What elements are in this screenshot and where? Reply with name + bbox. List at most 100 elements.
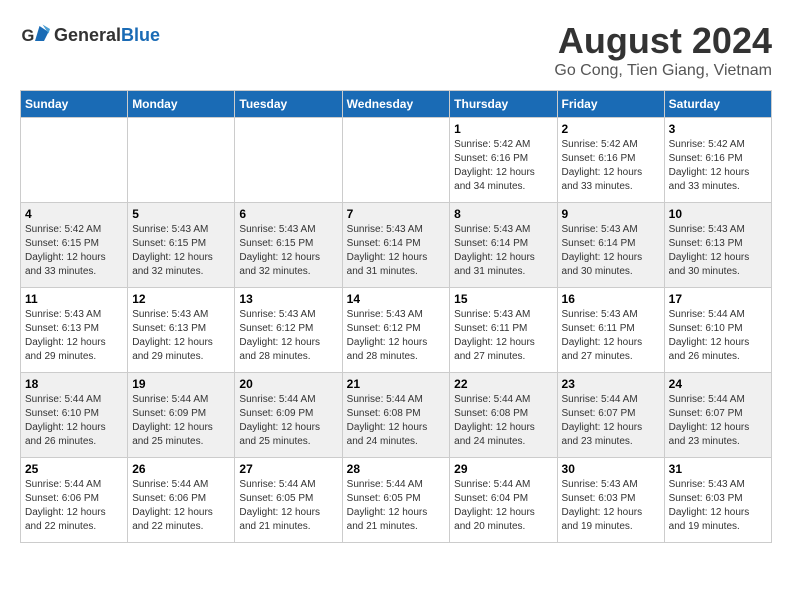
day-number: 7 <box>347 207 446 221</box>
day-number: 3 <box>669 122 767 136</box>
calendar-cell: 12 Sunrise: 5:43 AM Sunset: 6:13 PM Dayli… <box>128 288 235 373</box>
day-number: 26 <box>132 462 230 476</box>
day-info: Sunrise: 5:43 AM Sunset: 6:14 PM Dayligh… <box>347 223 446 279</box>
day-number: 27 <box>239 462 337 476</box>
weekday-header-saturday: Saturday <box>664 91 771 118</box>
day-number: 17 <box>669 292 767 306</box>
calendar-cell: 7 Sunrise: 5:43 AM Sunset: 6:14 PM Daylig… <box>342 203 450 288</box>
calendar-cell: 5 Sunrise: 5:43 AM Sunset: 6:15 PM Daylig… <box>128 203 235 288</box>
day-number: 4 <box>25 207 123 221</box>
day-info: Sunrise: 5:44 AM Sunset: 6:07 PM Dayligh… <box>562 393 660 449</box>
weekday-header-tuesday: Tuesday <box>235 91 342 118</box>
day-number: 21 <box>347 377 446 391</box>
day-info: Sunrise: 5:44 AM Sunset: 6:10 PM Dayligh… <box>669 308 767 364</box>
logo-blue: Blue <box>121 25 160 46</box>
calendar-cell: 26Sunrise: 5:44 AM Sunset: 6:06 PM Dayli… <box>128 458 235 543</box>
day-info: Sunrise: 5:44 AM Sunset: 6:05 PM Dayligh… <box>347 478 446 534</box>
calendar-cell <box>21 118 128 203</box>
day-number: 6 <box>239 207 337 221</box>
day-number: 10 <box>669 207 767 221</box>
calendar-cell <box>235 118 342 203</box>
day-number: 20 <box>239 377 337 391</box>
day-info: Sunrise: 5:43 AM Sunset: 6:03 PM Dayligh… <box>562 478 660 534</box>
day-number: 19 <box>132 377 230 391</box>
calendar-week-5: 25 Sunrise: 5:44 AM Sunset: 6:06 PM Dayli… <box>21 458 772 543</box>
day-info: Sunrise: 5:43 AM Sunset: 6:13 PM Dayligh… <box>25 308 123 364</box>
day-info: Sunrise: 5:43 AM Sunset: 6:11 PM Dayligh… <box>562 308 660 364</box>
day-number: 23 <box>562 377 660 391</box>
day-number: 2 <box>562 122 660 136</box>
calendar-cell: 20 Sunrise: 5:44 AM Sunset: 6:09 PM Dayli… <box>235 373 342 458</box>
calendar-cell: 30Sunrise: 5:43 AM Sunset: 6:03 PM Dayli… <box>557 458 664 543</box>
calendar-cell: 13Sunrise: 5:43 AM Sunset: 6:12 PM Dayli… <box>235 288 342 373</box>
weekday-header-monday: Monday <box>128 91 235 118</box>
calendar-cell: 16 Sunrise: 5:43 AM Sunset: 6:11 PM Dayli… <box>557 288 664 373</box>
calendar-week-3: 11Sunrise: 5:43 AM Sunset: 6:13 PM Dayli… <box>21 288 772 373</box>
day-info: Sunrise: 5:44 AM Sunset: 6:08 PM Dayligh… <box>347 393 446 449</box>
calendar-cell: 18 Sunrise: 5:44 AM Sunset: 6:10 PM Dayli… <box>21 373 128 458</box>
day-info: Sunrise: 5:43 AM Sunset: 6:11 PM Dayligh… <box>454 308 552 364</box>
calendar-cell: 27 Sunrise: 5:44 AM Sunset: 6:05 PM Dayli… <box>235 458 342 543</box>
calendar-cell: 9Sunrise: 5:43 AM Sunset: 6:14 PM Daylig… <box>557 203 664 288</box>
weekday-header-row: SundayMondayTuesdayWednesdayThursdayFrid… <box>21 91 772 118</box>
logo: G GeneralBlue <box>20 20 160 50</box>
title-area: August 2024 Go Cong, Tien Giang, Vietnam <box>554 20 772 80</box>
day-number: 12 <box>132 292 230 306</box>
day-info: Sunrise: 5:43 AM Sunset: 6:15 PM Dayligh… <box>132 223 230 279</box>
weekday-header-wednesday: Wednesday <box>342 91 450 118</box>
day-number: 13 <box>239 292 337 306</box>
calendar-cell: 21 Sunrise: 5:44 AM Sunset: 6:08 PM Dayli… <box>342 373 450 458</box>
day-number: 28 <box>347 462 446 476</box>
day-number: 15 <box>454 292 552 306</box>
calendar-cell: 29Sunrise: 5:44 AM Sunset: 6:04 PM Dayli… <box>450 458 557 543</box>
day-number: 16 <box>562 292 660 306</box>
day-info: Sunrise: 5:44 AM Sunset: 6:09 PM Dayligh… <box>239 393 337 449</box>
svg-text:G: G <box>22 27 35 45</box>
day-info: Sunrise: 5:42 AM Sunset: 6:16 PM Dayligh… <box>562 138 660 194</box>
day-number: 31 <box>669 462 767 476</box>
calendar-week-2: 4Sunrise: 5:42 AM Sunset: 6:15 PM Daylig… <box>21 203 772 288</box>
day-info: Sunrise: 5:42 AM Sunset: 6:16 PM Dayligh… <box>454 138 552 194</box>
calendar-cell: 15 Sunrise: 5:43 AM Sunset: 6:11 PM Dayli… <box>450 288 557 373</box>
calendar-cell: 22Sunrise: 5:44 AM Sunset: 6:08 PM Dayli… <box>450 373 557 458</box>
calendar-cell: 25 Sunrise: 5:44 AM Sunset: 6:06 PM Dayli… <box>21 458 128 543</box>
day-number: 18 <box>25 377 123 391</box>
day-info: Sunrise: 5:44 AM Sunset: 6:08 PM Dayligh… <box>454 393 552 449</box>
calendar-week-1: 1Sunrise: 5:42 AM Sunset: 6:16 PM Daylig… <box>21 118 772 203</box>
calendar-table: SundayMondayTuesdayWednesdayThursdayFrid… <box>20 90 772 543</box>
calendar-cell: 28 Sunrise: 5:44 AM Sunset: 6:05 PM Dayli… <box>342 458 450 543</box>
calendar-cell: 11Sunrise: 5:43 AM Sunset: 6:13 PM Dayli… <box>21 288 128 373</box>
day-info: Sunrise: 5:44 AM Sunset: 6:10 PM Dayligh… <box>25 393 123 449</box>
day-number: 25 <box>25 462 123 476</box>
day-info: Sunrise: 5:43 AM Sunset: 6:15 PM Dayligh… <box>239 223 337 279</box>
day-info: Sunrise: 5:44 AM Sunset: 6:05 PM Dayligh… <box>239 478 337 534</box>
day-info: Sunrise: 5:43 AM Sunset: 6:13 PM Dayligh… <box>669 223 767 279</box>
calendar-cell: 4Sunrise: 5:42 AM Sunset: 6:15 PM Daylig… <box>21 203 128 288</box>
day-number: 24 <box>669 377 767 391</box>
day-number: 8 <box>454 207 552 221</box>
calendar-cell <box>342 118 450 203</box>
day-info: Sunrise: 5:43 AM Sunset: 6:03 PM Dayligh… <box>669 478 767 534</box>
calendar-cell: 2 Sunrise: 5:42 AM Sunset: 6:16 PM Daylig… <box>557 118 664 203</box>
weekday-header-sunday: Sunday <box>21 91 128 118</box>
logo-icon: G <box>20 20 50 50</box>
day-info: Sunrise: 5:43 AM Sunset: 6:12 PM Dayligh… <box>347 308 446 364</box>
calendar-cell: 17 Sunrise: 5:44 AM Sunset: 6:10 PM Dayli… <box>664 288 771 373</box>
calendar-week-4: 18 Sunrise: 5:44 AM Sunset: 6:10 PM Dayli… <box>21 373 772 458</box>
day-info: Sunrise: 5:44 AM Sunset: 6:07 PM Dayligh… <box>669 393 767 449</box>
day-number: 29 <box>454 462 552 476</box>
day-number: 9 <box>562 207 660 221</box>
calendar-cell: 31 Sunrise: 5:43 AM Sunset: 6:03 PM Dayli… <box>664 458 771 543</box>
day-info: Sunrise: 5:43 AM Sunset: 6:13 PM Dayligh… <box>132 308 230 364</box>
calendar-cell <box>128 118 235 203</box>
calendar-cell: 3Sunrise: 5:42 AM Sunset: 6:16 PM Daylig… <box>664 118 771 203</box>
logo-general: General <box>54 25 121 46</box>
header: G GeneralBlue August 2024 Go Cong, Tien … <box>20 20 772 80</box>
calendar-cell: 23 Sunrise: 5:44 AM Sunset: 6:07 PM Dayli… <box>557 373 664 458</box>
day-info: Sunrise: 5:44 AM Sunset: 6:06 PM Dayligh… <box>25 478 123 534</box>
day-number: 14 <box>347 292 446 306</box>
calendar-cell: 24 Sunrise: 5:44 AM Sunset: 6:07 PM Dayli… <box>664 373 771 458</box>
day-number: 5 <box>132 207 230 221</box>
calendar-location: Go Cong, Tien Giang, Vietnam <box>554 62 772 80</box>
calendar-title: August 2024 <box>554 20 772 62</box>
